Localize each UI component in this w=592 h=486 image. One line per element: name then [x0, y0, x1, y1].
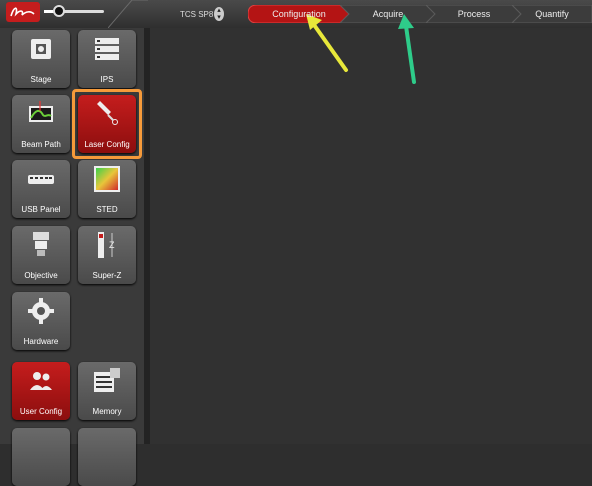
zoom-slider-knob[interactable]	[53, 5, 65, 17]
tile-super-z[interactable]: Z Super-Z	[78, 226, 136, 284]
tab-quantify[interactable]: Quantify	[512, 5, 592, 23]
tile-memory-label: Memory	[92, 407, 122, 416]
yellow-arrow	[306, 14, 348, 72]
tile-hardware-label: Hardware	[23, 337, 59, 346]
tab-quantify-label: Quantify	[535, 9, 569, 19]
tile-user-config-label: User Config	[19, 407, 63, 416]
top-toolbar: TCS SP8 ▴ ▾ Configuration Acquire Process…	[0, 0, 592, 29]
main-workspace	[150, 28, 592, 444]
tab-acquire-label: Acquire	[372, 9, 404, 19]
tile-super-z-label: Super-Z	[92, 271, 122, 280]
tile-stage[interactable]: Stage	[12, 30, 70, 88]
svg-text:Z: Z	[109, 240, 115, 250]
super-z-icon: Z	[98, 232, 115, 258]
tile-partial-2[interactable]	[78, 428, 136, 486]
tile-memory[interactable]: Memory	[78, 362, 136, 420]
objective-icon	[33, 232, 49, 256]
tab-configuration-label: Configuration	[272, 9, 326, 19]
tab-process-label: Process	[457, 9, 491, 19]
stage-icon	[31, 39, 51, 59]
sted-icon	[94, 166, 120, 192]
beam-path-icon	[29, 101, 53, 122]
toolbar-divider	[108, 0, 148, 28]
selection-highlight	[72, 89, 142, 159]
select-arrows-icon[interactable]: ▴ ▾	[214, 7, 224, 21]
leica-logo	[6, 2, 40, 22]
tile-user-config[interactable]: User Config	[12, 362, 70, 420]
tile-usb-panel-label: USB Panel	[21, 205, 61, 214]
tile-beam-path-label: Beam Path	[21, 140, 61, 149]
tile-beam-path[interactable]: Beam Path	[12, 95, 70, 153]
tile-ips[interactable]: IPS	[78, 30, 136, 88]
tile-sted[interactable]: STED	[78, 160, 136, 218]
ips-icon	[95, 38, 119, 60]
tile-usb-panel[interactable]: USB Panel	[12, 160, 70, 218]
tile-partial-1[interactable]	[12, 428, 70, 486]
tab-process[interactable]: Process	[426, 5, 522, 23]
user-config-icon	[30, 372, 52, 390]
gear-icon	[28, 298, 54, 324]
usb-panel-icon	[28, 175, 54, 184]
tile-ips-label: IPS	[100, 75, 114, 84]
tile-objective[interactable]: Objective	[12, 226, 70, 284]
green-arrow	[398, 14, 416, 84]
memory-icon	[94, 368, 120, 392]
system-select-label: TCS SP8	[180, 9, 214, 19]
tile-sted-label: STED	[96, 205, 118, 214]
tile-stage-label: Stage	[30, 75, 52, 84]
tile-objective-label: Objective	[24, 271, 58, 280]
tile-hardware[interactable]: Hardware	[12, 292, 70, 350]
